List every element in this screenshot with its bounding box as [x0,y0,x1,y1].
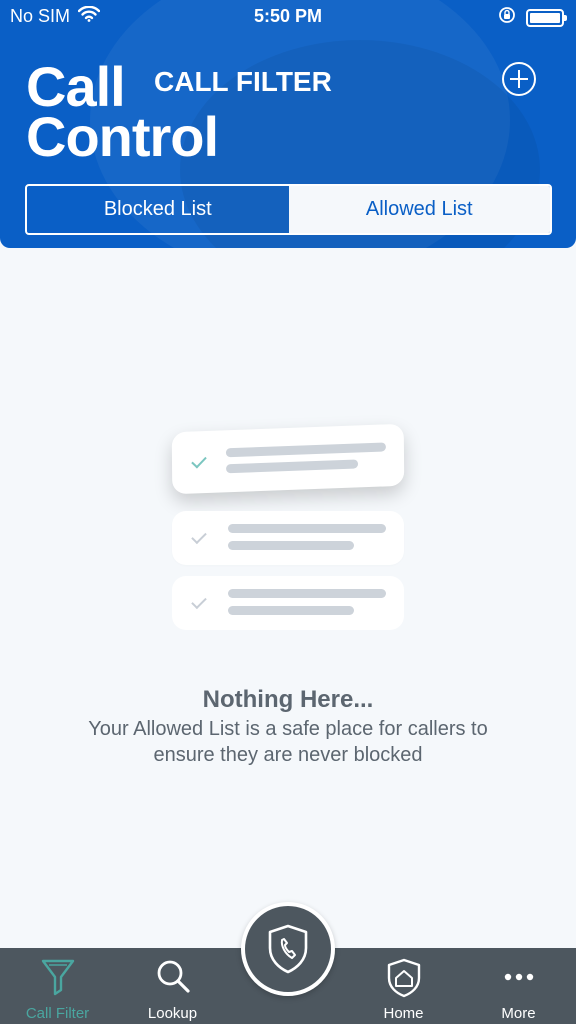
tab-blocked-list[interactable]: Blocked List [27,186,289,233]
check-icon [191,593,207,610]
filter-icon [40,958,76,1001]
list-segmented-control: Blocked List Allowed List [25,184,552,235]
header: No SIM 5:50 PM Call Control CALL FILTER … [0,0,576,248]
logo-line2: Control [26,105,219,168]
more-icon [501,958,537,1001]
illustration-bar [228,524,386,533]
tab-call-filter[interactable]: Call Filter [0,948,115,1024]
empty-state-description: Your Allowed List is a safe place for ca… [88,718,488,766]
tab-label: Lookup [147,1005,198,1022]
tab-label: Home [383,1005,424,1022]
search-icon [155,958,191,1001]
illustration-bar [228,589,386,598]
illustration-card-3 [172,576,404,630]
illustration-card-1 [171,423,405,495]
status-right [498,6,567,29]
add-button[interactable] [502,62,536,96]
page-title: CALL FILTER [154,66,332,97]
battery-icon [526,8,567,27]
status-bar: No SIM 5:50 PM [0,0,576,34]
home-icon [386,958,422,1003]
tab-home[interactable]: Home [346,948,461,1024]
tab-allowed-list[interactable]: Allowed List [288,186,550,233]
orientation-lock-icon [498,6,516,29]
illustration-card-2 [172,511,404,565]
tab-lookup[interactable]: Lookup [115,948,230,1024]
center-shield-button[interactable] [241,902,335,996]
illustration-bar [228,541,354,550]
illustration-bar [225,442,386,458]
empty-state-title: Nothing Here... [202,686,374,713]
tab-more[interactable]: More [461,948,576,1024]
status-time: 5:50 PM [253,6,323,26]
tab-label: Call Filter [25,1005,90,1022]
check-icon [191,528,207,545]
illustration-bar [228,606,354,615]
illustration-bar [226,459,359,474]
tab-label: More [501,1005,536,1022]
check-icon [191,452,207,469]
